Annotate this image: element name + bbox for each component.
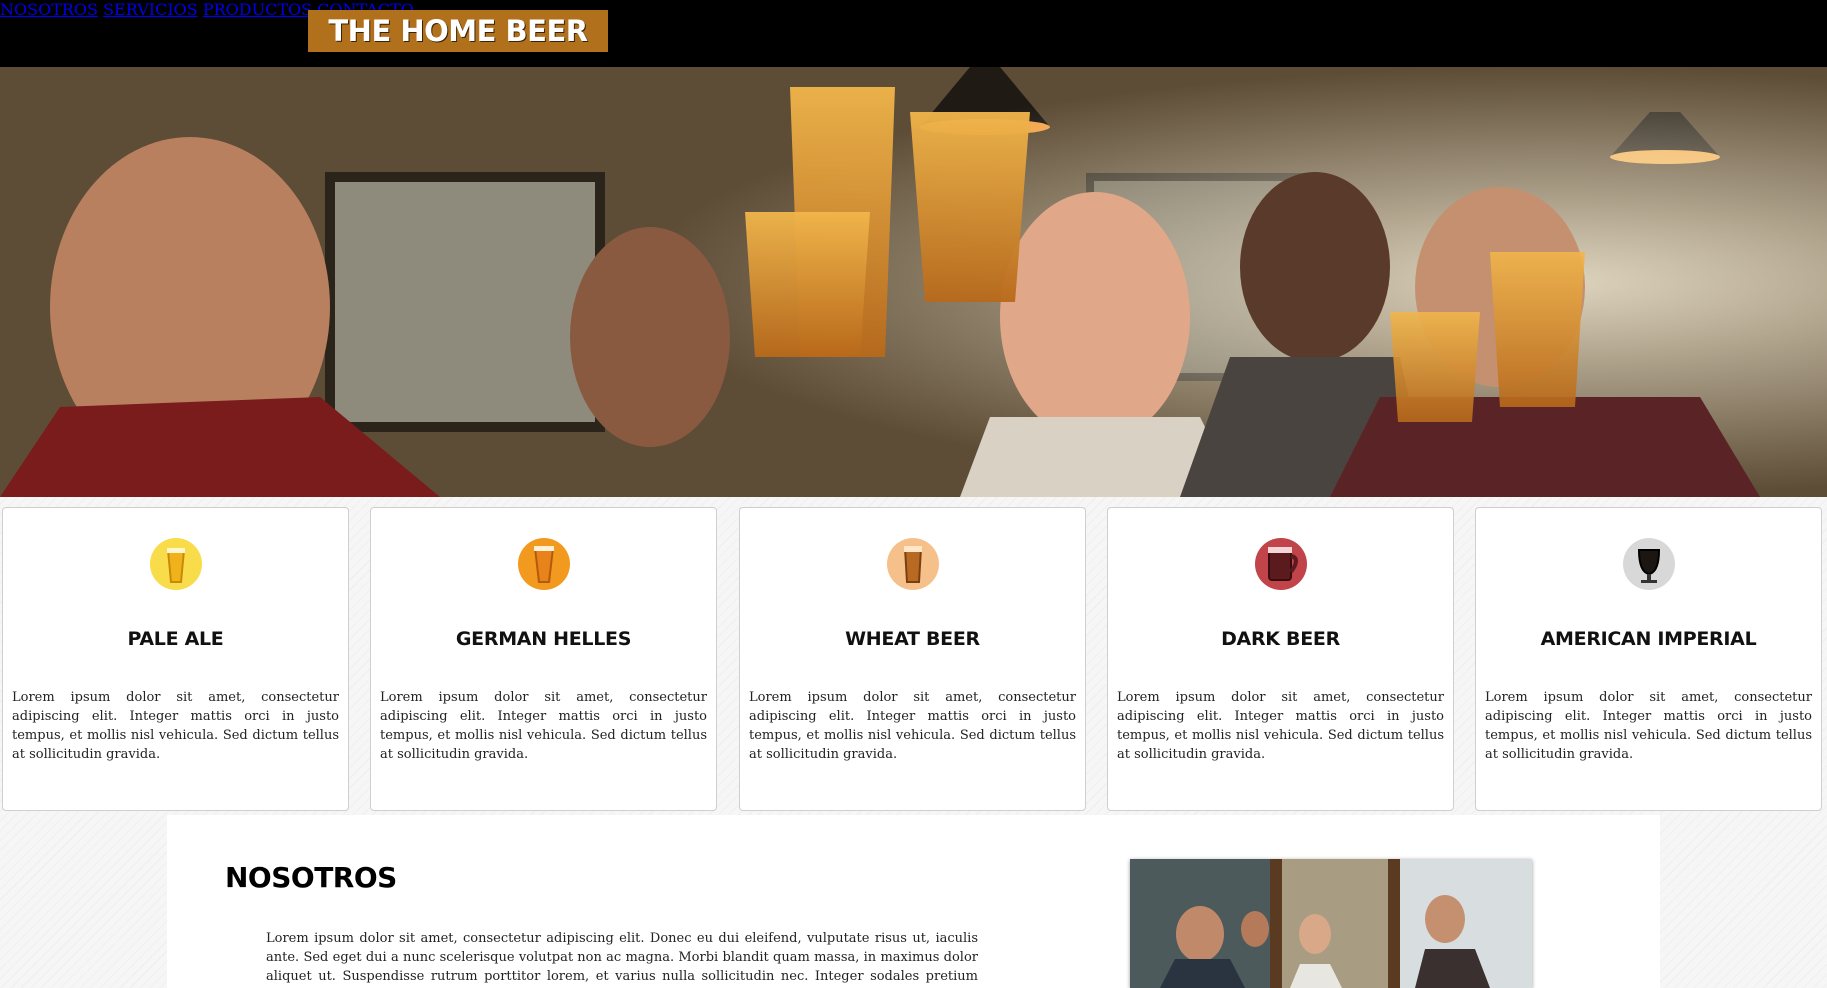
product-title: PALE ALE bbox=[127, 628, 224, 650]
product-card-wheat-beer: WHEAT BEER Lorem ipsum dolor sit amet, c… bbox=[739, 507, 1086, 811]
dark-beer-mug-icon bbox=[1254, 538, 1307, 590]
product-description: Lorem ipsum dolor sit amet, consectetur … bbox=[12, 690, 339, 762]
product-description: Lorem ipsum dolor sit amet, consectetur … bbox=[1117, 690, 1444, 762]
product-title: DARK BEER bbox=[1221, 628, 1340, 650]
pale-ale-glass-icon bbox=[149, 538, 202, 590]
product-title: AMERICAN IMPERIAL bbox=[1540, 628, 1757, 650]
about-text: Lorem ipsum dolor sit amet, consectetur … bbox=[266, 931, 978, 984]
german-helles-glass-icon bbox=[517, 538, 570, 590]
product-card-american-imperial: AMERICAN IMPERIAL Lorem ipsum dolor sit … bbox=[1475, 507, 1822, 811]
hero-illustration bbox=[0, 67, 1827, 497]
about-photo bbox=[1130, 859, 1532, 988]
product-title: WHEAT BEER bbox=[845, 628, 980, 650]
product-title: GERMAN HELLES bbox=[455, 628, 632, 650]
american-imperial-glass-icon bbox=[1622, 538, 1675, 590]
nav-productos-link[interactable]: PRODUCTOS bbox=[203, 0, 312, 19]
site-logo[interactable]: THE HOME BEER bbox=[308, 10, 608, 52]
product-card-german-helles: GERMAN HELLES Lorem ipsum dolor sit amet… bbox=[370, 507, 717, 811]
wheat-beer-glass-icon bbox=[886, 538, 939, 590]
about-title: NOSOTROS bbox=[225, 861, 397, 894]
product-description: Lorem ipsum dolor sit amet, consectetur … bbox=[749, 690, 1076, 762]
nav-nosotros-link[interactable]: NOSOTROS bbox=[0, 0, 98, 19]
product-description: Lorem ipsum dolor sit amet, consectetur … bbox=[1485, 690, 1812, 762]
about-section: NOSOTROS Lorem ipsum dolor sit amet, con… bbox=[167, 815, 1660, 988]
about-photo-illustration bbox=[1130, 859, 1532, 988]
hero-image bbox=[0, 67, 1827, 497]
navbar: THE HOME BEER NOSOTROS SERVICIOS PRODUCT… bbox=[0, 0, 1827, 67]
nav-servicios-link[interactable]: SERVICIOS bbox=[103, 0, 198, 19]
product-card-pale-ale: PALE ALE Lorem ipsum dolor sit amet, con… bbox=[2, 507, 349, 811]
product-card-dark-beer: DARK BEER Lorem ipsum dolor sit amet, co… bbox=[1107, 507, 1454, 811]
product-description: Lorem ipsum dolor sit amet, consectetur … bbox=[380, 690, 707, 762]
